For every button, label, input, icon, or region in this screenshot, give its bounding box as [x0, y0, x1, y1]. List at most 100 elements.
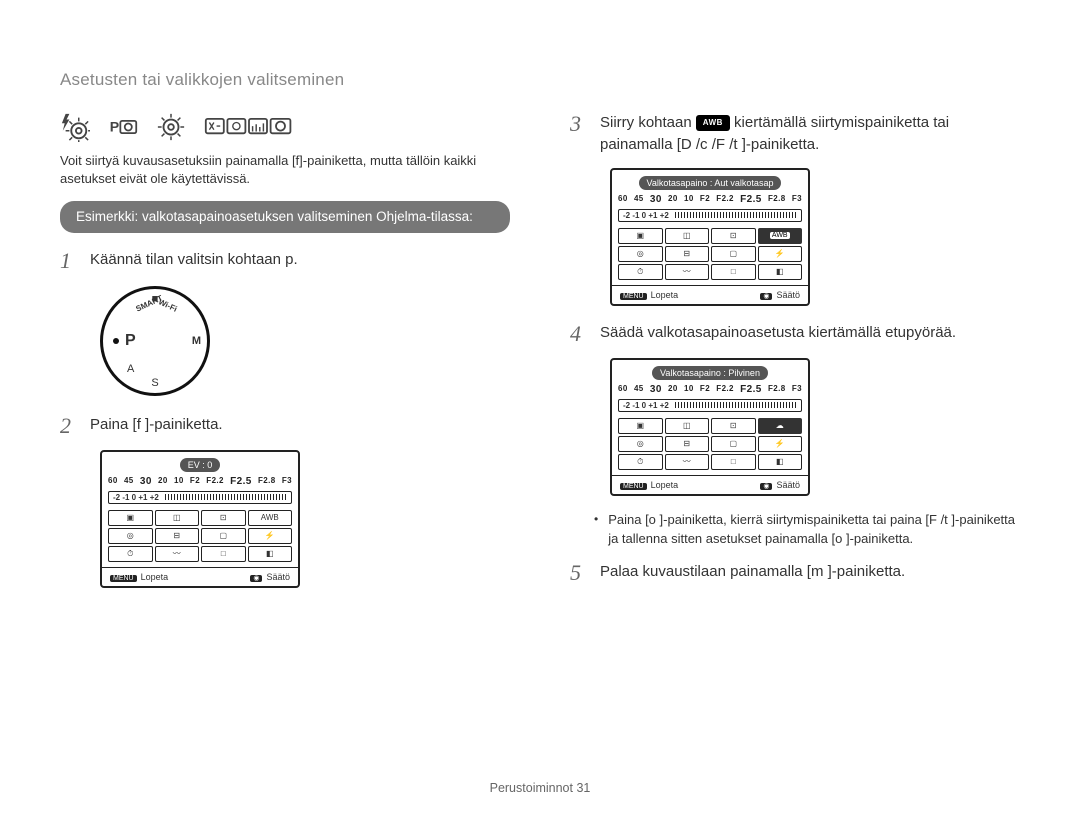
step-number: 3 — [570, 112, 590, 156]
lcd-panel-wb-cloudy: Valkotasapaino : Pilvinen 60 45 30 20 10… — [610, 358, 810, 496]
lcd-footer: MENU Lopeta ◉ Säätö — [612, 475, 808, 494]
lcd-cell-highlight: ☁ — [758, 418, 803, 434]
lcd-cell: ⊡ — [711, 228, 756, 244]
lcd-ev-scale: -2 -1 0 +1 +2 — [108, 491, 292, 504]
lcd-footer-left: Lopeta — [141, 572, 169, 582]
intro-text: Voit siirtyä kuvausasetuksiin painamalla… — [60, 152, 510, 187]
lcd-footer-right: Säätö — [776, 290, 800, 300]
svg-text:P: P — [110, 118, 119, 134]
lcd-cell: ◧ — [758, 454, 803, 470]
right-column: 3 Siirry kohtaan AWB kiertämällä siirtym… — [570, 112, 1020, 602]
lcd-cell: ▢ — [201, 528, 246, 544]
wheel-tag: ◉ — [760, 483, 772, 490]
lcd-header: EV : 0 — [180, 458, 221, 472]
lcd-cell-highlight: AWB — [758, 228, 803, 244]
page-footer: Perustoiminnot 31 — [0, 781, 1080, 795]
lcd-scale-row: 60 45 30 20 10 F2 F2.2 F2.5 F2.8 F3 — [612, 384, 808, 397]
awb-icon: AWB — [696, 115, 730, 131]
lcd-cell: ⊟ — [665, 246, 710, 262]
dial-mode-s: S — [151, 377, 158, 389]
step-5-text: Palaa kuvaustilaan painamalla [m ]-paini… — [600, 561, 1020, 585]
menu-tag: MENU — [110, 575, 137, 582]
lcd-footer-right: Säätö — [776, 480, 800, 490]
step-2-text: Paina [f ]-painiketta. — [90, 414, 510, 438]
lcd-cell: ◧ — [758, 264, 803, 280]
multi-cam-icons — [204, 112, 294, 142]
lcd-scale-row: 60 45 30 20 10 F2 F2.2 F2.5 F2.8 F3 — [612, 194, 808, 207]
lcd-ev-scale: -2 -1 0 +1 +2 — [618, 209, 802, 222]
step-2: 2 Paina [f ]-painiketta. — [60, 414, 510, 438]
dial-mark-top: ■ — [152, 293, 159, 305]
page-title: Asetusten tai valikkojen valitseminen — [60, 70, 1020, 90]
p-cam-gear-icon: P — [108, 112, 138, 142]
lcd-grid: ▣ ◫ ⊡ AWB ◎ ⊟ ▢ ⚡ ⏱ 〰 □ ◧ — [102, 508, 298, 564]
lcd-panel-wb-auto: Valkotasapaino : Aut valkotasap 60 45 30… — [610, 168, 810, 306]
lcd-cell: ◫ — [665, 228, 710, 244]
step-number: 2 — [60, 414, 80, 438]
lcd-cell: ⚡ — [758, 436, 803, 452]
lcd-cell: □ — [201, 546, 246, 562]
lcd-cell: ◫ — [665, 418, 710, 434]
lcd-cell: □ — [711, 264, 756, 280]
lcd-footer: MENULopeta ◉Säätö — [102, 567, 298, 586]
lcd-cell: ⏱ — [108, 546, 153, 562]
lcd-cell: ⊟ — [665, 436, 710, 452]
lcd-cell: ◫ — [155, 510, 200, 526]
lcd-grid: ▣ ◫ ⊡ AWB ◎ ⊟ ▢ ⚡ ⏱ 〰 □ ◧ — [612, 226, 808, 282]
step-1-text: Käännä tilan valitsin kohtaan p. — [90, 249, 510, 273]
lcd-cell: 〰 — [665, 454, 710, 470]
step-number: 1 — [60, 249, 80, 273]
lcd-footer-left: Lopeta — [651, 290, 679, 300]
step-number: 5 — [570, 561, 590, 585]
dial-mode-p: P — [125, 332, 136, 350]
lcd-scale-row: 60 45 30 20 10 F2 F2.2 F2.5 F2.8 F3 — [102, 476, 298, 489]
example-pill: Esimerkki: valkotasapainoasetuksen valit… — [60, 201, 510, 233]
lcd-cell: ◎ — [618, 246, 663, 262]
wheel-tag: ◉ — [250, 575, 262, 582]
lcd-cell: □ — [711, 454, 756, 470]
step-1: 1 Käännä tilan valitsin kohtaan p. — [60, 249, 510, 273]
dial-wifi-label: Wi-Fi — [157, 297, 178, 313]
lcd-cell: ▣ — [618, 228, 663, 244]
lcd-footer-left: Lopeta — [651, 480, 679, 490]
menu-tag: MENU — [620, 483, 647, 490]
lcd-cell: ◎ — [618, 436, 663, 452]
mode-icon-row: P — [60, 112, 510, 142]
step-number: 4 — [570, 322, 590, 346]
step-3: 3 Siirry kohtaan AWB kiertämällä siirtym… — [570, 112, 1020, 156]
lcd-cell: ◎ — [108, 528, 153, 544]
dial-indicator-dot — [113, 338, 119, 344]
lcd-cell: ▢ — [711, 246, 756, 262]
lcd-cell: ◧ — [248, 546, 293, 562]
lcd-cell: ⏱ — [618, 264, 663, 280]
lcd-cell: ▣ — [618, 418, 663, 434]
lcd-cell: ⊟ — [155, 528, 200, 544]
bullet-text: Paina [o ]-painiketta, kierrä siirtymisp… — [608, 510, 1020, 549]
lcd-header: Valkotasapaino : Aut valkotasap — [639, 176, 782, 190]
lcd-cell: ⚡ — [248, 528, 293, 544]
flash-gear-icon — [60, 112, 90, 142]
bullet-dot-icon: • — [594, 510, 598, 549]
menu-tag: MENU — [620, 293, 647, 300]
lcd-cell: ▣ — [108, 510, 153, 526]
lcd-cell: ▢ — [711, 436, 756, 452]
mode-dial: P SMART Wi-Fi ■ M S A — [100, 286, 210, 396]
lcd-cell: ⚡ — [758, 246, 803, 262]
lcd-cell: ⊡ — [711, 418, 756, 434]
step-3-text: Siirry kohtaan AWB kiertämällä siirtymis… — [600, 112, 1020, 156]
step-4-text: Säädä valkotasapainoasetusta kiertämällä… — [600, 322, 1020, 346]
lcd-cell: ⊡ — [201, 510, 246, 526]
dial-mode-m: M — [192, 335, 201, 347]
lcd-footer: MENU Lopeta ◉ Säätö — [612, 285, 808, 304]
gear-icon — [156, 112, 186, 142]
dial-mode-a: A — [127, 363, 134, 375]
wheel-tag: ◉ — [760, 293, 772, 300]
lcd-grid: ▣ ◫ ⊡ ☁ ◎ ⊟ ▢ ⚡ ⏱ 〰 □ ◧ — [612, 416, 808, 472]
left-column: P Voit siirtyä kuvausasetuksiin painamal… — [60, 112, 510, 602]
lcd-panel-ev: EV : 0 60 45 30 20 10 F2 F2.2 F2.5 F2.8 … — [100, 450, 300, 588]
lcd-cell: 〰 — [665, 264, 710, 280]
lcd-header: Valkotasapaino : Pilvinen — [652, 366, 768, 380]
lcd-cell: AWB — [248, 510, 293, 526]
lcd-cell: ⏱ — [618, 454, 663, 470]
lcd-cell: 〰 — [155, 546, 200, 562]
